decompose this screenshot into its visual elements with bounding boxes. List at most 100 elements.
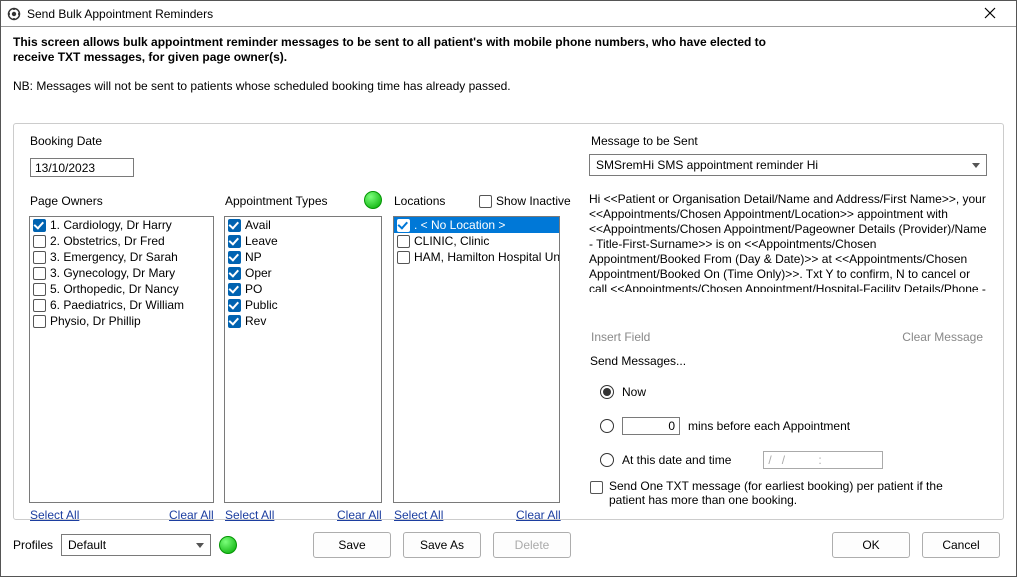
list-item-checkbox[interactable] bbox=[33, 235, 46, 248]
list-item-checkbox[interactable] bbox=[228, 235, 241, 248]
locations-label: Locations bbox=[394, 194, 445, 208]
profiles-select[interactable]: Default bbox=[61, 534, 211, 556]
booking-date-label: Booking Date bbox=[30, 134, 102, 148]
list-item-label: Physio, Dr Phillip bbox=[50, 314, 141, 328]
mins-before-suffix: mins before each Appointment bbox=[688, 419, 850, 433]
list-item[interactable]: PO bbox=[225, 281, 381, 297]
list-item-label: Oper bbox=[245, 266, 272, 280]
list-item-label: NP bbox=[245, 250, 262, 264]
list-item-checkbox[interactable] bbox=[228, 267, 241, 280]
list-item-checkbox[interactable] bbox=[228, 315, 241, 328]
locations-listbox[interactable]: . < No Location > CLINIC, Clinic HAM, Hami… bbox=[393, 216, 560, 503]
message-label: Message to be Sent bbox=[591, 134, 698, 148]
list-item-checkbox[interactable] bbox=[33, 315, 46, 328]
send-now-option[interactable]: Now bbox=[600, 382, 987, 402]
list-item-label: 1. Cardiology, Dr Harry bbox=[50, 218, 172, 232]
window: Send Bulk Appointment Reminders This scr… bbox=[0, 0, 1017, 577]
list-item[interactable]: 2. Obstetrics, Dr Fred bbox=[30, 233, 213, 249]
list-item[interactable]: Public bbox=[225, 297, 381, 313]
list-item[interactable]: Avail bbox=[225, 217, 381, 233]
radio-mins-before[interactable] bbox=[600, 419, 614, 433]
save-button[interactable]: Save bbox=[313, 532, 391, 558]
close-button[interactable] bbox=[970, 6, 1010, 22]
list-item[interactable]: 3. Gynecology, Dr Mary bbox=[30, 265, 213, 281]
list-item-checkbox[interactable] bbox=[228, 299, 241, 312]
profiles-add-button[interactable] bbox=[219, 536, 237, 554]
list-item[interactable]: NP bbox=[225, 249, 381, 265]
list-item[interactable]: Rev bbox=[225, 313, 381, 329]
list-item-label: 6. Paediatrics, Dr William bbox=[50, 298, 184, 312]
at-datetime-input[interactable] bbox=[763, 451, 883, 469]
list-item-checkbox[interactable] bbox=[228, 251, 241, 264]
list-item[interactable]: Physio, Dr Phillip bbox=[30, 313, 213, 329]
list-item[interactable]: Leave bbox=[225, 233, 381, 249]
radio-now[interactable] bbox=[600, 385, 614, 399]
list-item-label: HAM, Hamilton Hospital Unit bbox=[414, 250, 560, 264]
list-item[interactable]: 5. Orthopedic, Dr Nancy bbox=[30, 281, 213, 297]
cancel-button[interactable]: Cancel bbox=[922, 532, 1000, 558]
list-item[interactable]: CLINIC, Clinic bbox=[394, 233, 559, 249]
send-at-datetime-option[interactable]: At this date and time bbox=[600, 450, 987, 470]
save-as-button[interactable]: Save As bbox=[403, 532, 481, 558]
list-item-checkbox[interactable] bbox=[33, 299, 46, 312]
send-one-txt-checkbox[interactable] bbox=[590, 481, 603, 494]
list-item-label: 2. Obstetrics, Dr Fred bbox=[50, 234, 165, 248]
show-inactive-checkbox[interactable]: Show Inactive bbox=[479, 194, 571, 208]
app-icon bbox=[7, 7, 21, 21]
page-owners-listbox[interactable]: 1. Cardiology, Dr Harry 2. Obstetrics, Dr… bbox=[29, 216, 214, 503]
list-item-label: Avail bbox=[245, 218, 271, 232]
list-item-label: . < No Location > bbox=[414, 218, 505, 232]
insert-field-link[interactable]: Insert Field bbox=[591, 330, 650, 344]
appointment-types-label: Appointment Types bbox=[225, 194, 328, 208]
list-item[interactable]: HAM, Hamilton Hospital Unit bbox=[394, 249, 559, 265]
appointment-types-add-button[interactable] bbox=[364, 191, 382, 209]
list-item-label: Leave bbox=[245, 234, 278, 248]
profiles-selected: Default bbox=[68, 538, 106, 552]
list-item[interactable]: Oper bbox=[225, 265, 381, 281]
show-inactive-check[interactable] bbox=[479, 195, 492, 208]
list-item[interactable]: . < No Location > bbox=[394, 217, 559, 233]
send-messages-label: Send Messages... bbox=[590, 354, 987, 368]
list-item[interactable]: 1. Cardiology, Dr Harry bbox=[30, 217, 213, 233]
radio-at-label: At this date and time bbox=[622, 453, 731, 467]
list-item[interactable]: 3. Emergency, Dr Sarah bbox=[30, 249, 213, 265]
radio-now-label: Now bbox=[622, 385, 646, 399]
delete-button[interactable]: Delete bbox=[493, 532, 571, 558]
list-item-checkbox[interactable] bbox=[397, 235, 410, 248]
send-messages-section: Send Messages... Now mins before each Ap… bbox=[590, 354, 987, 484]
send-one-txt-label: Send One TXT message (for earliest booki… bbox=[609, 479, 979, 507]
list-item-checkbox[interactable] bbox=[228, 219, 241, 232]
list-item-checkbox[interactable] bbox=[228, 283, 241, 296]
send-mins-before-option[interactable]: mins before each Appointment bbox=[600, 416, 987, 436]
list-item-checkbox[interactable] bbox=[33, 267, 46, 280]
appointment-types-listbox[interactable]: Avail Leave NP Oper POPublicRev bbox=[224, 216, 382, 503]
list-item-label: CLINIC, Clinic bbox=[414, 234, 489, 248]
list-item-checkbox[interactable] bbox=[397, 251, 410, 264]
list-item-checkbox[interactable] bbox=[33, 251, 46, 264]
list-item-label: PO bbox=[245, 282, 262, 296]
list-item-checkbox[interactable] bbox=[397, 219, 410, 232]
show-inactive-label: Show Inactive bbox=[496, 194, 571, 208]
booking-date-input[interactable] bbox=[30, 158, 134, 177]
list-item-checkbox[interactable] bbox=[33, 283, 46, 296]
list-item-label: 3. Emergency, Dr Sarah bbox=[50, 250, 178, 264]
list-item-checkbox[interactable] bbox=[33, 219, 46, 232]
dialog-body: This screen allows bulk appointment remi… bbox=[1, 27, 1016, 576]
send-one-txt-option[interactable]: Send One TXT message (for earliest booki… bbox=[590, 479, 979, 507]
intro-text-bold-line1: This screen allows bulk appointment remi… bbox=[13, 35, 1004, 50]
list-item[interactable]: 6. Paediatrics, Dr William bbox=[30, 297, 213, 313]
message-template-select[interactable]: SMSremHi SMS appointment reminder Hi bbox=[589, 154, 987, 176]
list-item-label: Rev bbox=[245, 314, 266, 328]
mins-before-input[interactable] bbox=[622, 417, 680, 435]
window-title: Send Bulk Appointment Reminders bbox=[27, 7, 970, 21]
intro-text-nb: NB: Messages will not be sent to patient… bbox=[13, 79, 1004, 93]
radio-at-datetime[interactable] bbox=[600, 453, 614, 467]
clear-message-link[interactable]: Clear Message bbox=[902, 330, 983, 344]
list-item-label: 5. Orthopedic, Dr Nancy bbox=[50, 282, 179, 296]
profiles-group: Profiles Default bbox=[13, 534, 237, 556]
ok-button[interactable]: OK bbox=[832, 532, 910, 558]
message-body-textarea[interactable]: Hi <<Patient or Organisation Detail/Name… bbox=[589, 192, 987, 292]
page-owners-label: Page Owners bbox=[30, 194, 103, 208]
profiles-label: Profiles bbox=[13, 538, 53, 552]
message-template-selected: SMSremHi SMS appointment reminder Hi bbox=[596, 158, 818, 172]
